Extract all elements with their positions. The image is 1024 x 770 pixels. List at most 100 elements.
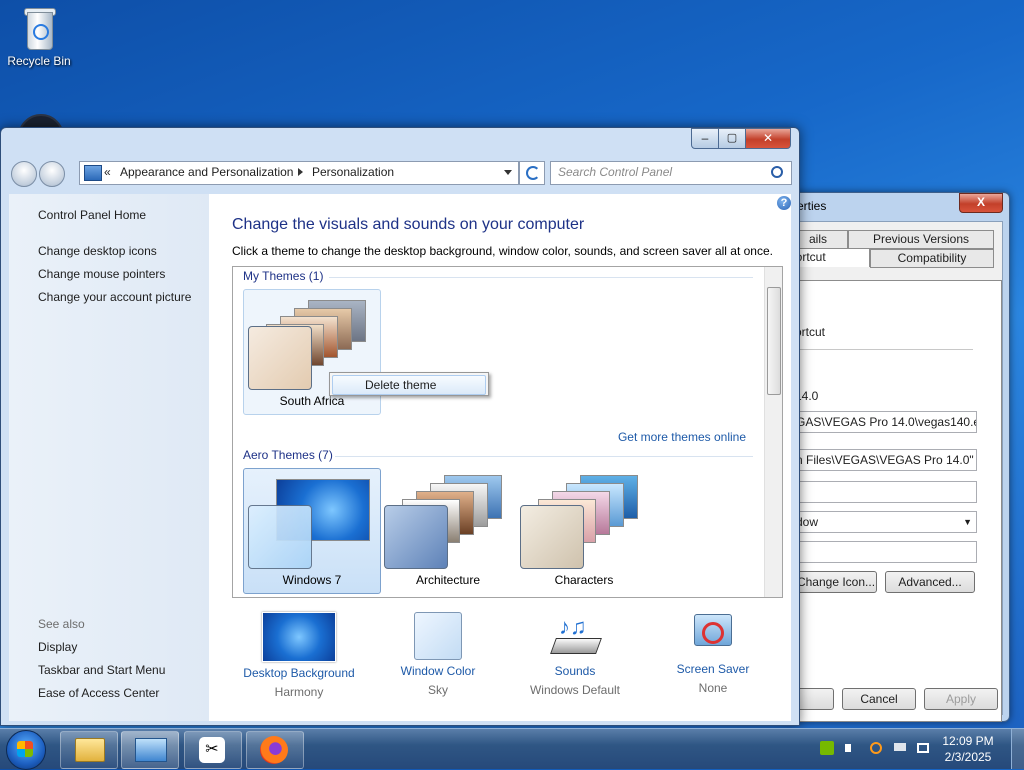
advanced-button[interactable]: Advanced...: [885, 571, 975, 593]
sounds-value: Windows Default: [529, 683, 621, 697]
get-more-themes-link[interactable]: Get more themes online: [618, 430, 746, 444]
sidebar-link-control-panel-home[interactable]: Control Panel Home: [38, 208, 146, 222]
sidebar-link-ease-of-access[interactable]: Ease of Access Center: [38, 686, 159, 700]
volume-icon[interactable]: [842, 739, 860, 757]
breadcrumb-personalization[interactable]: Personalization: [312, 165, 394, 179]
maximize-icon: ▢: [726, 132, 738, 144]
architecture-color-swatch: [384, 505, 448, 569]
recycle-bin-desktop-icon[interactable]: Recycle Bin: [1, 6, 77, 68]
maximize-button[interactable]: ▢: [718, 128, 746, 149]
control-panel-taskbar-icon: [135, 738, 167, 762]
tab-shortcut[interactable]: hortcut: [788, 248, 870, 267]
desktop-background-value: Harmony: [274, 685, 324, 699]
clock-date: 2/3/2025: [944, 750, 992, 764]
sounds-title[interactable]: Sounds: [505, 664, 645, 678]
comment-field[interactable]: [795, 541, 977, 563]
navigation-bar: « Appearance and Personalization Persona…: [1, 158, 799, 188]
characters-color-swatch: [520, 505, 584, 569]
help-icon[interactable]: ?: [777, 196, 791, 210]
theme-windows-7[interactable]: Windows 7: [243, 468, 381, 594]
theme-architecture[interactable]: Architecture: [379, 468, 517, 594]
desktop-background-title[interactable]: Desktop Background: [229, 666, 369, 680]
change-icon-button[interactable]: Change Icon...: [795, 571, 877, 593]
sidebar-link-desktop-icons[interactable]: Change desktop icons: [38, 244, 157, 258]
screen-saver-value: None: [698, 681, 728, 695]
window-color-title[interactable]: Window Color: [368, 664, 508, 678]
delete-theme-menu-item[interactable]: Delete theme: [332, 375, 486, 395]
taskbar-explorer-button[interactable]: [60, 731, 118, 769]
taskbar-firefox-button[interactable]: [246, 731, 304, 769]
theme-list-scrollbar[interactable]: [764, 267, 782, 597]
sounds-link[interactable]: ♪♫ Sounds Windows Default: [505, 612, 645, 697]
cancel-button[interactable]: Cancel: [842, 688, 916, 710]
windows-7-color-swatch: [248, 505, 312, 569]
properties-body: ails Previous Versions hortcut Compatibi…: [787, 221, 1003, 722]
show-desktop-button[interactable]: [1011, 729, 1024, 769]
breadcrumb-chevron-icon[interactable]: [298, 168, 303, 176]
refresh-button[interactable]: [519, 161, 545, 185]
sidebar-link-taskbar[interactable]: Taskbar and Start Menu: [38, 663, 165, 677]
main-panel: ? Change the visuals and sounds on your …: [209, 194, 791, 721]
sidebar-link-mouse-pointers[interactable]: Change mouse pointers: [38, 267, 165, 281]
window-color-link[interactable]: Window Color Sky: [368, 612, 508, 697]
control-panel-icon: [84, 165, 102, 181]
search-tray-icon[interactable]: [866, 739, 884, 757]
action-center-flag-icon[interactable]: [890, 739, 908, 757]
breadcrumb-appearance[interactable]: Appearance and Personalization: [120, 165, 293, 179]
theme-south-africa[interactable]: South Africa: [243, 289, 381, 415]
back-button[interactable]: [11, 161, 37, 187]
desktop-background-icon: [262, 612, 336, 662]
sidebar-link-display[interactable]: Display: [38, 640, 77, 654]
start-button[interactable]: [6, 730, 46, 770]
theme-name-architecture: Architecture: [415, 573, 481, 587]
sidebar-link-account-picture[interactable]: Change your account picture: [38, 290, 191, 304]
address-bar[interactable]: « Appearance and Personalization Persona…: [79, 161, 519, 185]
see-also-label: See also: [38, 617, 85, 631]
properties-close-button[interactable]: X: [959, 193, 1003, 213]
properties-dialog-title: erties: [797, 199, 827, 213]
folder-icon: [75, 738, 105, 762]
search-icon[interactable]: [771, 166, 783, 178]
theme-characters[interactable]: Characters: [515, 468, 653, 594]
theme-name-south-africa: South Africa: [279, 394, 345, 408]
capcut-icon: ✂: [199, 737, 225, 763]
close-button[interactable]: ✕: [745, 128, 791, 149]
refresh-icon: [526, 166, 540, 180]
search-input[interactable]: Search Control Panel: [558, 165, 672, 179]
desktop-background-link[interactable]: Desktop Background Harmony: [229, 612, 369, 699]
target-field[interactable]: GAS\VEGAS Pro 14.0\vegas140.exe": [795, 411, 977, 433]
shortcut-key-field[interactable]: [795, 481, 977, 503]
screen-saver-icon: [690, 612, 736, 658]
screen-saver-link[interactable]: Screen Saver None: [643, 612, 783, 695]
chevron-down-icon: ▼: [963, 517, 972, 527]
run-select[interactable]: dow ▼: [795, 511, 977, 533]
properties-dialog: erties X ails Previous Versions hortcut …: [780, 192, 1010, 722]
sidebar: Control Panel Home Change desktop icons …: [9, 194, 209, 721]
address-dropdown-icon[interactable]: [504, 170, 512, 175]
personalization-window: – ▢ ✕ « Appearance and Personalization P…: [0, 127, 800, 726]
page-title: Change the visuals and sounds on your co…: [232, 216, 585, 233]
taskbar-clock[interactable]: 12:09 PM 2/3/2025: [938, 733, 998, 765]
recycle-bin-icon: [22, 6, 56, 50]
aero-themes-label: Aero Themes (7): [243, 448, 333, 462]
theme-name-windows-7: Windows 7: [282, 573, 342, 587]
taskbar: ✂ 12:09 PM 2/3/2025: [0, 728, 1024, 770]
taskbar-control-panel-button[interactable]: [121, 731, 179, 769]
taskbar-capcut-button[interactable]: ✂: [184, 731, 242, 769]
network-icon[interactable]: [914, 739, 932, 757]
theme-list: My Themes (1) South Africa Delete theme …: [232, 266, 783, 598]
sounds-icon: ♪♫: [550, 612, 602, 660]
context-menu: Delete theme: [329, 372, 489, 396]
apply-button[interactable]: Apply: [924, 688, 998, 710]
scrollbar-thumb[interactable]: [767, 287, 781, 395]
minimize-button[interactable]: –: [691, 128, 719, 149]
tab-compatibility[interactable]: Compatibility: [870, 249, 994, 268]
recycle-bin-label: Recycle Bin: [7, 54, 71, 68]
search-box[interactable]: Search Control Panel: [550, 161, 792, 185]
start-in-field[interactable]: n Files\VEGAS\VEGAS Pro 14.0": [795, 449, 977, 471]
screen-saver-title[interactable]: Screen Saver: [643, 662, 783, 676]
tab-previous-versions[interactable]: Previous Versions: [848, 230, 994, 249]
forward-button[interactable]: [39, 161, 65, 187]
south-africa-color-swatch: [248, 326, 312, 390]
nvidia-tray-icon[interactable]: [818, 739, 836, 757]
